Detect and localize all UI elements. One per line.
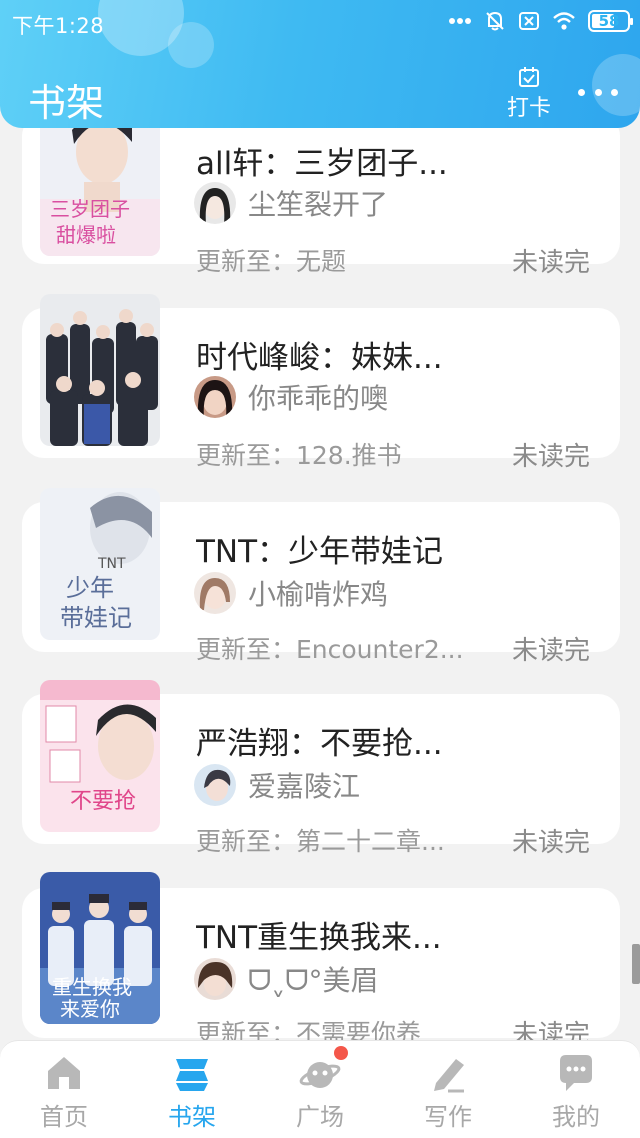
battery-level: 58: [598, 12, 620, 30]
author-name: 小榆啃炸鸡: [248, 578, 389, 611]
status-bar: 下午1:28 58: [0, 0, 640, 46]
author-row[interactable]: ᗜˬᗜ°美眉: [194, 958, 378, 1000]
book-cover[interactable]: [40, 294, 160, 446]
checkin-label: 打卡: [506, 96, 551, 121]
checkin-button[interactable]: 打卡: [503, 66, 555, 121]
nav-item-square[interactable]: 广场: [256, 1041, 384, 1138]
svg-text:甜爆啦: 甜爆啦: [56, 223, 116, 247]
status-time: 下午1:28: [12, 14, 105, 38]
nav-label: 广场: [296, 1103, 344, 1131]
svg-text:来爱你: 来爱你: [60, 997, 120, 1021]
page-title: 书架: [28, 81, 105, 125]
author-name: 尘笙裂开了: [248, 188, 389, 221]
svg-text:带娃记: 带娃记: [60, 604, 132, 632]
sim-off-icon: [518, 10, 540, 32]
nav-item-me[interactable]: 我的: [512, 1041, 640, 1138]
signal-dots-icon: [448, 17, 472, 25]
book-title: 严浩翔：不要抢...: [196, 726, 443, 762]
nav-item-write[interactable]: 写作: [384, 1041, 512, 1138]
pen-icon: [434, 1059, 464, 1093]
book-cover[interactable]: 不要抢: [40, 680, 160, 832]
read-status: 未读完: [512, 636, 591, 666]
read-status: 未读完: [512, 1020, 591, 1040]
notification-dot: [334, 1046, 348, 1060]
nav-label: 我的: [552, 1103, 600, 1131]
latest-update: 更新至：不需要你养: [196, 1019, 422, 1040]
nav-item-home[interactable]: 首页: [0, 1041, 128, 1138]
calendar-check-icon: [519, 67, 539, 87]
mute-bell-icon: [484, 10, 506, 32]
author-avatar: [194, 764, 236, 806]
wifi-icon: [552, 11, 576, 31]
bookshelf-icon: [176, 1059, 208, 1091]
author-avatar: [194, 572, 236, 614]
chat-bubble-icon: [560, 1055, 592, 1091]
author-avatar: [194, 182, 236, 224]
svg-text:重生换我: 重生换我: [52, 975, 132, 999]
battery-icon: 58: [588, 10, 633, 32]
scrollbar-thumb[interactable]: [632, 944, 640, 984]
bookshelf-list[interactable]: 三岁团子 甜爆啦 all轩：三岁团子... 尘笙裂开了 更新至：无题 未读完 时…: [0, 0, 640, 1040]
svg-text:TNT: TNT: [97, 556, 126, 572]
app-header: 下午1:28 58 书架 打卡: [0, 0, 640, 128]
book-title: 时代峰峻：妹妹...: [196, 340, 443, 376]
author-row[interactable]: 爱嘉陵江: [194, 764, 360, 806]
nav-label: 首页: [40, 1103, 88, 1131]
book-title: all轩：三岁团子...: [196, 146, 448, 182]
latest-update: 更新至：Encounter2...: [196, 635, 464, 664]
more-options-button[interactable]: [578, 80, 618, 104]
read-status: 未读完: [512, 442, 591, 472]
nav-item-bookshelf[interactable]: 书架: [128, 1041, 256, 1138]
latest-update: 更新至：128.推书: [196, 441, 402, 470]
svg-text:少年: 少年: [66, 574, 114, 602]
author-row[interactable]: 尘笙裂开了: [194, 182, 388, 224]
status-icons: 58: [448, 10, 633, 32]
book-cover[interactable]: 重生换我 来爱你: [40, 872, 160, 1024]
read-status: 未读完: [512, 828, 591, 858]
read-status: 未读完: [512, 248, 591, 278]
author-avatar: [194, 958, 236, 1000]
home-icon: [48, 1057, 80, 1089]
latest-update: 更新至：第二十二章...: [196, 827, 445, 856]
book-title: TNT：少年带娃记: [196, 534, 444, 570]
svg-text:不要抢: 不要抢: [70, 789, 136, 814]
author-row[interactable]: 你乖乖的噢: [194, 376, 388, 418]
svg-text:三岁团子: 三岁团子: [50, 197, 130, 221]
author-name: ᗜˬᗜ°美眉: [248, 964, 379, 997]
nav-label: 书架: [168, 1103, 216, 1131]
nav-label: 写作: [424, 1103, 472, 1131]
author-avatar: [194, 376, 236, 418]
author-name: 你乖乖的噢: [248, 382, 389, 415]
book-title: TNT重生换我来...: [196, 920, 442, 956]
author-name: 爱嘉陵江: [248, 770, 361, 803]
bottom-navigation: 首页 书架 广场 写作 我的: [0, 1040, 640, 1138]
latest-update: 更新至：无题: [196, 247, 347, 276]
book-cover[interactable]: TNT 少年 带娃记: [40, 488, 160, 640]
author-row[interactable]: 小榆啃炸鸡: [194, 572, 388, 614]
